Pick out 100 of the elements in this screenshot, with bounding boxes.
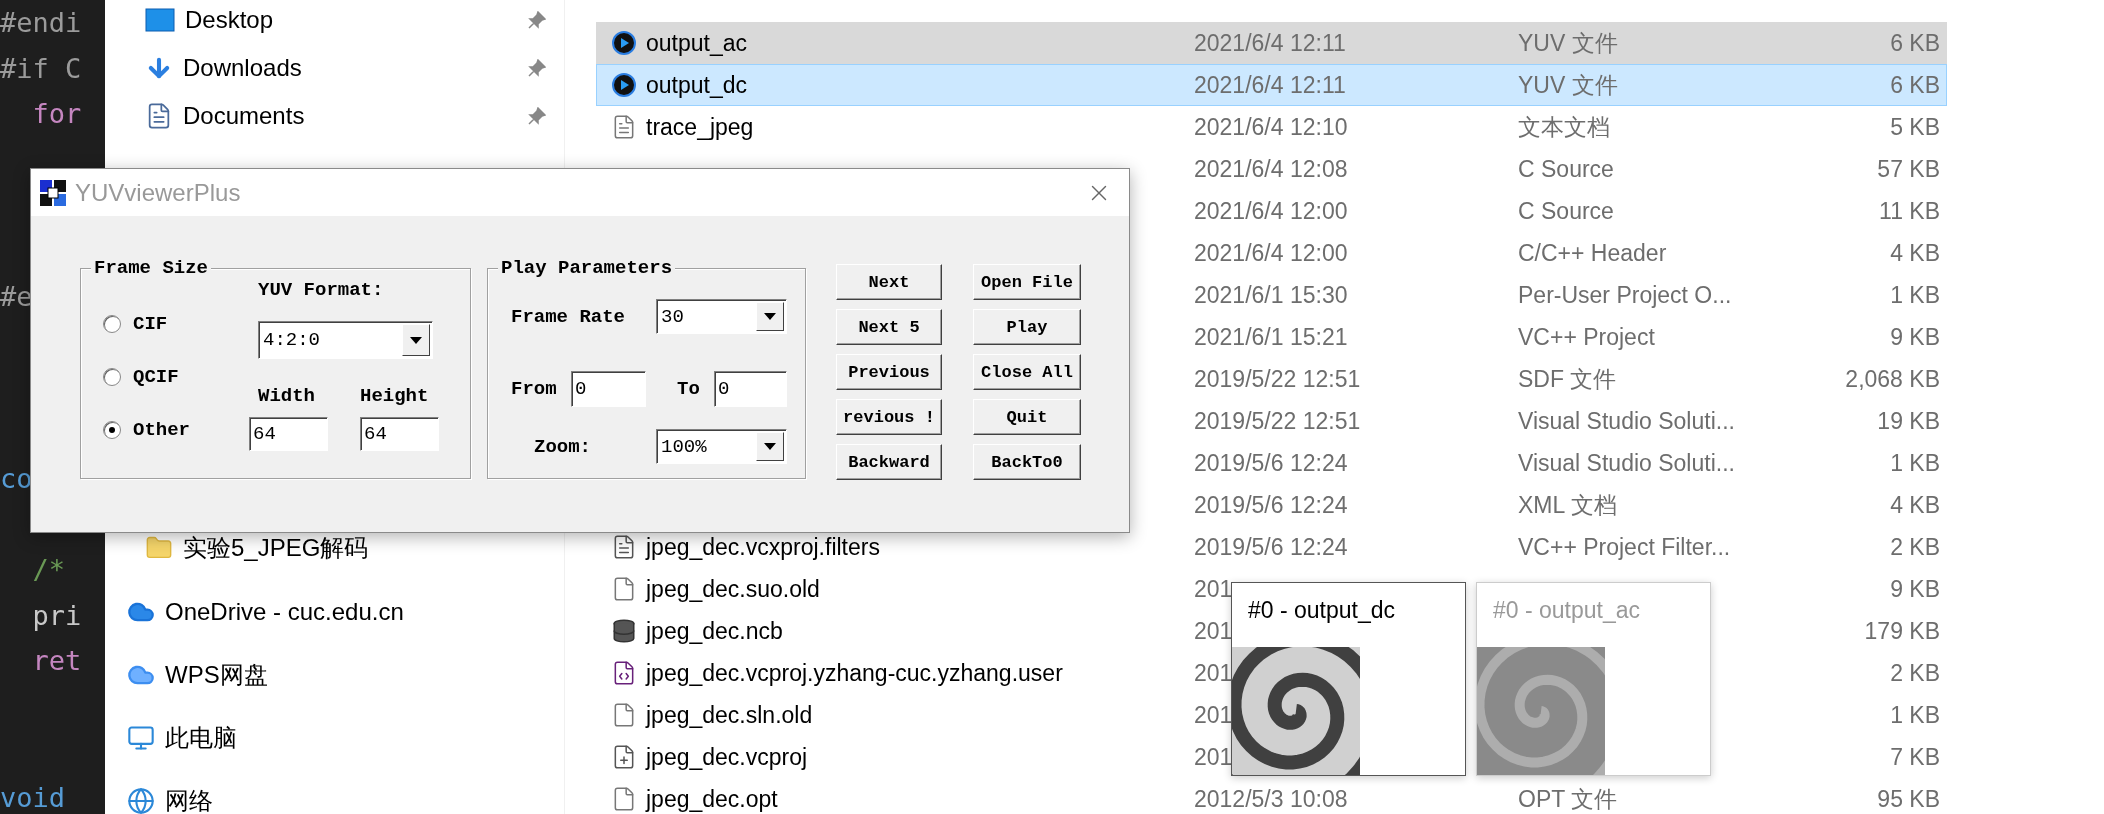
file-name[interactable]: jpeg_dec.vcproj bbox=[646, 744, 1194, 770]
size-radio[interactable]: CIF bbox=[103, 297, 249, 350]
file-size: 2 KB bbox=[1890, 660, 1941, 686]
play-circle-icon bbox=[611, 73, 636, 97]
file-size: 7 KB bbox=[1890, 744, 1941, 770]
dialog-button[interactable]: Quit bbox=[973, 399, 1081, 435]
file-date: 201 bbox=[1194, 702, 1234, 728]
dialog-button[interactable]: Close All bbox=[973, 354, 1081, 390]
nav-item[interactable]: Documents bbox=[183, 102, 518, 130]
radio-label: QCIF bbox=[133, 365, 179, 388]
file-type: SDF 文件 bbox=[1518, 366, 1618, 392]
selected-file-row[interactable]: output_dc 2021/6/4 12:11 YUV 文件 6 KB bbox=[596, 64, 1947, 106]
file-type: Visual Studio Soluti... bbox=[1518, 450, 1736, 476]
nav-item[interactable]: 此电脑 bbox=[165, 721, 564, 754]
file-date: 2021/6/1 15:30 bbox=[1194, 282, 1349, 308]
file-size: 6 KB bbox=[1890, 72, 1941, 98]
caret-icon bbox=[410, 336, 422, 344]
network-icon bbox=[127, 786, 155, 814]
file-size: 1 KB bbox=[1890, 702, 1941, 728]
database-icon bbox=[610, 618, 637, 644]
file-size: 1 KB bbox=[1890, 282, 1941, 308]
file-name[interactable]: output_ac bbox=[646, 30, 1194, 56]
thumbnail-title: #0 - output_ac bbox=[1492, 596, 1642, 624]
file-date: 2021/6/4 12:00 bbox=[1194, 240, 1349, 266]
file-date: 2012/5/3 10:08 bbox=[1194, 786, 1349, 812]
file-type: C Source bbox=[1518, 198, 1615, 224]
file-name[interactable]: jpeg_dec.sln.old bbox=[646, 702, 1194, 728]
cube-logo-icon bbox=[39, 178, 67, 207]
file-date: 2021/6/4 12:10 bbox=[1194, 114, 1349, 140]
file-date: 2021/6/4 12:11 bbox=[1194, 72, 1347, 98]
file-date: 201 bbox=[1194, 576, 1234, 602]
file-date: 2021/6/4 12:11 bbox=[1194, 30, 1347, 56]
code-text: void bbox=[0, 782, 66, 814]
file-date: 201 bbox=[1194, 618, 1234, 644]
file-date: 2019/5/6 12:24 bbox=[1194, 534, 1349, 560]
file-type: Visual Studio Soluti... bbox=[1518, 408, 1736, 434]
size-radio[interactable]: QCIF bbox=[103, 350, 249, 403]
file-name[interactable]: jpeg_dec.suo.old bbox=[646, 576, 1194, 602]
play-circle-icon bbox=[611, 31, 636, 55]
file-date: 2021/6/4 12:00 bbox=[1194, 198, 1349, 224]
dialog-button[interactable]: Play bbox=[973, 309, 1081, 345]
code-text: co bbox=[0, 462, 33, 494]
dialog-button[interactable]: Next bbox=[836, 264, 942, 300]
dialog-button[interactable]: Open File bbox=[973, 264, 1081, 300]
file-type: Per-User Project O... bbox=[1518, 282, 1733, 308]
field-label: Zoom: bbox=[533, 435, 592, 458]
format-dropdown[interactable]: 4:2:0 bbox=[258, 321, 433, 359]
dialog-button[interactable]: Previous bbox=[836, 354, 942, 390]
file-date: 201 bbox=[1194, 660, 1234, 686]
frame-rate-dropdown[interactable]: 30 bbox=[656, 299, 787, 334]
file-date: 2021/6/1 15:21 bbox=[1194, 324, 1349, 350]
field-label: To bbox=[676, 378, 701, 400]
file-name[interactable]: output_dc bbox=[646, 72, 1194, 98]
code-text: /* bbox=[31, 554, 66, 586]
file-size: 11 KB bbox=[1879, 198, 1941, 224]
file-type: XML 文档 bbox=[1518, 492, 1618, 518]
dialog-button[interactable]: revious ! bbox=[836, 399, 942, 435]
field-label: YUV Format: bbox=[258, 279, 384, 301]
nav-item[interactable]: WPS网盘 bbox=[165, 658, 564, 691]
caret-icon bbox=[764, 313, 776, 320]
file-type: YUV 文件 bbox=[1518, 30, 1619, 56]
zoom-dropdown[interactable]: 100% bbox=[656, 429, 787, 464]
nav-item[interactable]: OneDrive - cuc.edu.cn bbox=[165, 597, 564, 626]
file-size: 4 KB bbox=[1890, 240, 1941, 266]
file-size: 95 KB bbox=[1877, 786, 1941, 812]
field-label: Height bbox=[360, 385, 429, 407]
file-name[interactable]: jpeg_dec.opt bbox=[646, 786, 1194, 812]
code-text: for bbox=[31, 98, 82, 130]
width-field[interactable]: 64 bbox=[249, 417, 328, 451]
file-date: 2021/6/4 12:08 bbox=[1194, 156, 1349, 182]
height-field[interactable]: 64 bbox=[360, 417, 439, 451]
file-size: 5 KB bbox=[1890, 114, 1941, 140]
caret-icon bbox=[764, 443, 776, 450]
window-title: YUVviewerPlus bbox=[75, 178, 242, 207]
file-name[interactable]: jpeg_dec.vcproj.yzhang-cuc.yzhang.user bbox=[646, 660, 1194, 686]
file-size: 6 KB bbox=[1890, 30, 1941, 56]
file-size: 2 KB bbox=[1890, 534, 1941, 560]
code-text: pri bbox=[31, 599, 82, 631]
file-date: 2019/5/6 12:24 bbox=[1194, 450, 1349, 476]
highlighted-file-row[interactable]: output_ac 2021/6/4 12:11 YUV 文件 6 KB bbox=[596, 22, 1947, 64]
dialog-button[interactable]: BackTo0 bbox=[973, 444, 1081, 480]
file-name[interactable]: jpeg_dec.vcxproj.filters bbox=[646, 534, 1194, 560]
file-date: 2019/5/6 12:24 bbox=[1194, 492, 1349, 518]
nav-item[interactable]: Desktop bbox=[185, 6, 518, 34]
file-name[interactable]: jpeg_dec.ncb bbox=[646, 618, 1194, 644]
thumbnail-preview[interactable]: #0 - output_dc bbox=[1231, 582, 1466, 776]
file-date: 201 bbox=[1194, 744, 1234, 770]
file-type: C/C++ Header bbox=[1518, 240, 1668, 266]
nav-item[interactable]: 网络 bbox=[165, 784, 564, 814]
file-type: VC++ Project Filter... bbox=[1518, 534, 1732, 560]
radio-label: Other bbox=[133, 418, 190, 441]
file-name[interactable]: trace_jpeg bbox=[646, 114, 1194, 140]
dialog-button[interactable]: Backward bbox=[836, 444, 942, 480]
size-radio[interactable]: Other bbox=[103, 403, 249, 456]
to-field[interactable]: 0 bbox=[714, 371, 787, 407]
nav-item[interactable]: Downloads bbox=[183, 54, 518, 82]
file-size: 1 KB bbox=[1890, 450, 1941, 476]
from-field[interactable]: 0 bbox=[571, 371, 646, 407]
nav-item[interactable]: 实验5_JPEG解码 bbox=[183, 532, 564, 564]
dialog-button[interactable]: Next 5 bbox=[836, 309, 942, 345]
